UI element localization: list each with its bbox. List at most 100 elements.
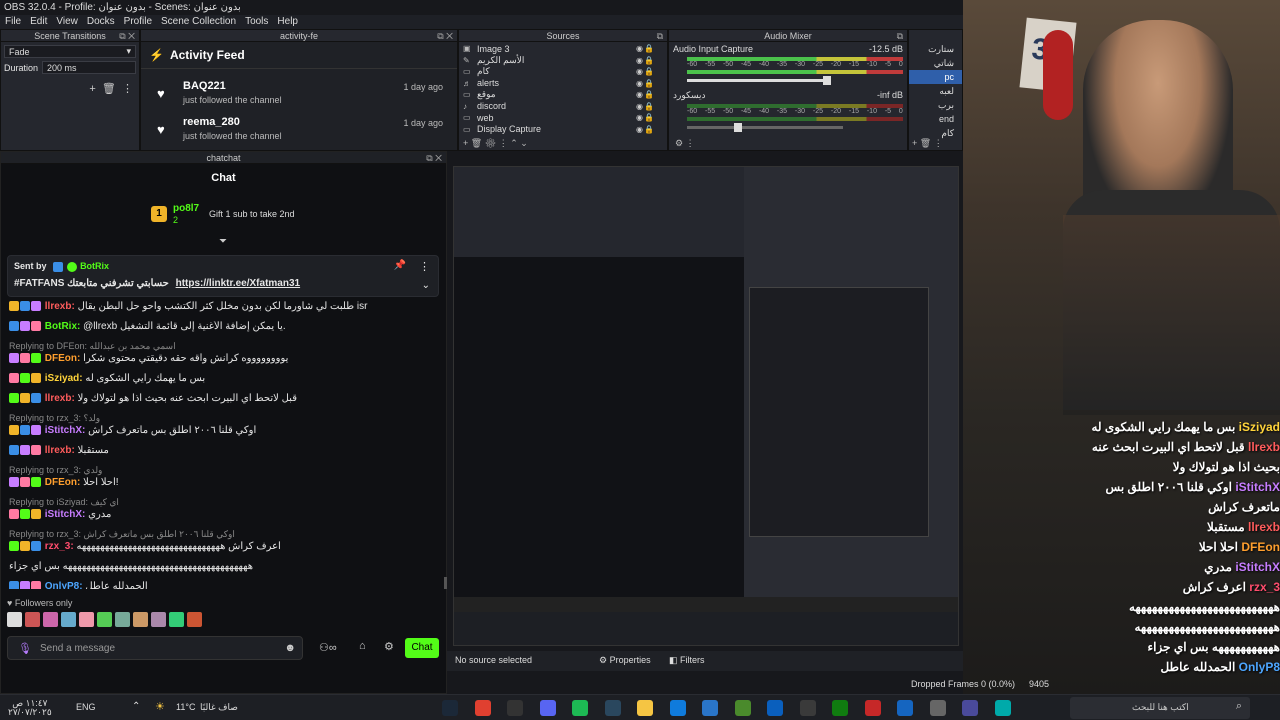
chat-username[interactable]: iSziyad: xyxy=(45,373,83,384)
emote-icon[interactable] xyxy=(7,612,22,627)
menu-item[interactable]: Docks xyxy=(87,16,115,28)
emote-icon[interactable] xyxy=(97,612,112,627)
spotify-icon[interactable] xyxy=(572,700,588,716)
steam2-icon[interactable] xyxy=(604,700,621,716)
volume-slider[interactable] xyxy=(687,76,831,85)
more-icon[interactable]: ⋮ xyxy=(686,138,695,148)
visibility-lock-icon[interactable]: ◉🔒 xyxy=(636,56,655,65)
menu-item[interactable]: File xyxy=(5,16,21,28)
up-icon[interactable]: ⌃ xyxy=(510,138,518,148)
app2-icon[interactable] xyxy=(897,700,913,716)
volume-slider[interactable] xyxy=(687,123,843,132)
vscode-icon[interactable] xyxy=(702,700,718,716)
trash-icon[interactable]: 🗑 xyxy=(471,138,482,148)
emote-icon[interactable] xyxy=(133,612,148,627)
scene-item[interactable]: شاتي xyxy=(909,56,962,70)
scene-item[interactable]: برب xyxy=(909,98,962,112)
add-source-icon[interactable]: + xyxy=(463,138,468,148)
emote-icon[interactable] xyxy=(187,612,202,627)
scene-item[interactable]: لعبه xyxy=(909,84,962,98)
chevron-up-icon[interactable]: ⌃ xyxy=(132,701,140,712)
explorer-icon[interactable] xyxy=(637,700,653,716)
menu-item[interactable]: Help xyxy=(277,16,298,28)
pinned-link[interactable]: https://linktr.ee/Xfatman31 xyxy=(176,278,300,289)
language-indicator[interactable]: ENG xyxy=(76,702,96,712)
pin-icon[interactable]: 📌 xyxy=(394,260,406,271)
app3-icon[interactable] xyxy=(962,700,978,716)
visibility-lock-icon[interactable]: ◉🔒 xyxy=(636,102,655,111)
chat-username[interactable]: iStitchX: xyxy=(45,425,86,436)
send-chat-button[interactable]: Chat xyxy=(405,638,439,658)
source-item[interactable]: ✎ الأسم الكريم ◉🔒 xyxy=(459,55,667,67)
down-icon[interactable]: ⌄ xyxy=(520,138,528,148)
chat-username[interactable]: DFEon: xyxy=(45,353,81,364)
emote-icon[interactable] xyxy=(79,612,94,627)
more-icon[interactable]: ⋮ xyxy=(419,260,430,273)
store-icon[interactable] xyxy=(799,700,816,716)
source-item[interactable]: ▭ موقع ◉🔒 xyxy=(459,89,667,101)
transition-select[interactable]: Fade ▾ xyxy=(4,45,136,58)
menu-item[interactable]: Tools xyxy=(245,16,268,28)
minecraft-icon[interactable] xyxy=(734,700,751,716)
visibility-lock-icon[interactable]: ◉🔒 xyxy=(636,79,655,88)
chevron-down-icon[interactable]: ⌄ xyxy=(422,280,430,291)
visibility-lock-icon[interactable]: ◉🔒 xyxy=(636,90,655,99)
menu-item[interactable]: Profile xyxy=(124,16,152,28)
app4-icon[interactable] xyxy=(994,700,1011,716)
chat-username[interactable]: iStitchX: xyxy=(45,509,86,520)
source-item[interactable]: ▭ Display Capture ◉🔒 xyxy=(459,124,667,136)
scene-item[interactable]: ستارت xyxy=(909,42,962,56)
menu-item[interactable]: View xyxy=(56,16,78,28)
gear-icon[interactable]: ⚙ xyxy=(675,138,683,148)
add-icon[interactable]: + xyxy=(89,83,95,95)
gear-icon[interactable]: ⚙ xyxy=(384,640,394,653)
chat-username[interactable]: DFEon: xyxy=(45,477,81,488)
obs-icon[interactable] xyxy=(507,700,523,716)
scene-item[interactable]: pc xyxy=(909,70,962,84)
visibility-lock-icon[interactable]: ◉🔒 xyxy=(636,67,655,76)
xbox-icon[interactable] xyxy=(832,700,848,716)
chat-username[interactable]: rzx_3: xyxy=(45,541,74,552)
pinned-sender[interactable]: BotRix xyxy=(80,261,109,271)
gear-icon[interactable]: ⚙ xyxy=(485,138,496,148)
chat-username[interactable]: llrexb: xyxy=(45,301,75,312)
source-item[interactable]: ▭ كام ◉🔒 xyxy=(459,66,667,78)
chrome-icon[interactable] xyxy=(474,700,491,716)
edge-icon[interactable] xyxy=(669,700,686,716)
mic-icon[interactable]: 🎙 xyxy=(18,642,32,655)
clock[interactable]: ١١:٤٧ ص ٢٧/٠٧/٢٠٢٥ xyxy=(8,699,52,717)
taskbar-search[interactable]: اكتب هنا للبحث ⌕ xyxy=(1070,697,1250,719)
app-icon[interactable] xyxy=(864,700,881,716)
chat-username[interactable]: llrexb: xyxy=(45,445,75,456)
properties-button[interactable]: ⚙ Properties xyxy=(599,655,651,666)
chat-username[interactable]: llrexb: xyxy=(45,393,75,404)
emote-icon[interactable] xyxy=(169,612,184,627)
visibility-lock-icon[interactable]: ◉🔒 xyxy=(636,113,655,122)
more-icon[interactable]: ⋮ xyxy=(122,83,133,95)
weather-text[interactable]: صاف غالبًا xyxy=(200,702,238,713)
more-icon[interactable]: ⋮ xyxy=(499,138,508,148)
emote-icon[interactable] xyxy=(151,612,166,627)
filters-button[interactable]: ◧ Filters xyxy=(669,655,705,666)
settings-icon[interactable] xyxy=(929,700,946,716)
add-scene-icon[interactable]: + xyxy=(912,138,917,148)
scene-item[interactable]: end xyxy=(909,112,962,126)
source-item[interactable]: ♪ discord ◉🔒 xyxy=(459,101,667,113)
store-icon[interactable]: ⌂ xyxy=(359,640,366,652)
source-item[interactable]: ▭ web ◉🔒 xyxy=(459,112,667,124)
menu-item[interactable]: Edit xyxy=(30,16,47,28)
visibility-lock-icon[interactable]: ◉🔒 xyxy=(636,125,655,134)
menu-item[interactable]: Scene Collection xyxy=(161,16,236,28)
emoji-icon[interactable]: ☻ xyxy=(284,642,296,654)
collapse-icon[interactable]: ⏷ xyxy=(219,236,227,247)
visibility-lock-icon[interactable]: ◉🔒 xyxy=(636,44,655,53)
chat-input[interactable]: 🎙 Send a message ☻ xyxy=(7,636,303,660)
source-item[interactable]: ♬ alerts ◉🔒 xyxy=(459,78,667,90)
duration-field[interactable]: 200 ms xyxy=(42,61,136,74)
weather-temp[interactable]: 11°C xyxy=(176,702,195,712)
source-item[interactable]: ▣ Image 3 ◉🔒 xyxy=(459,43,667,55)
more-icon[interactable]: ⋮ xyxy=(934,138,943,148)
gift-user[interactable]: po8l7 xyxy=(173,203,199,214)
emote-icon[interactable] xyxy=(61,612,76,627)
emote-icon[interactable] xyxy=(25,612,40,627)
